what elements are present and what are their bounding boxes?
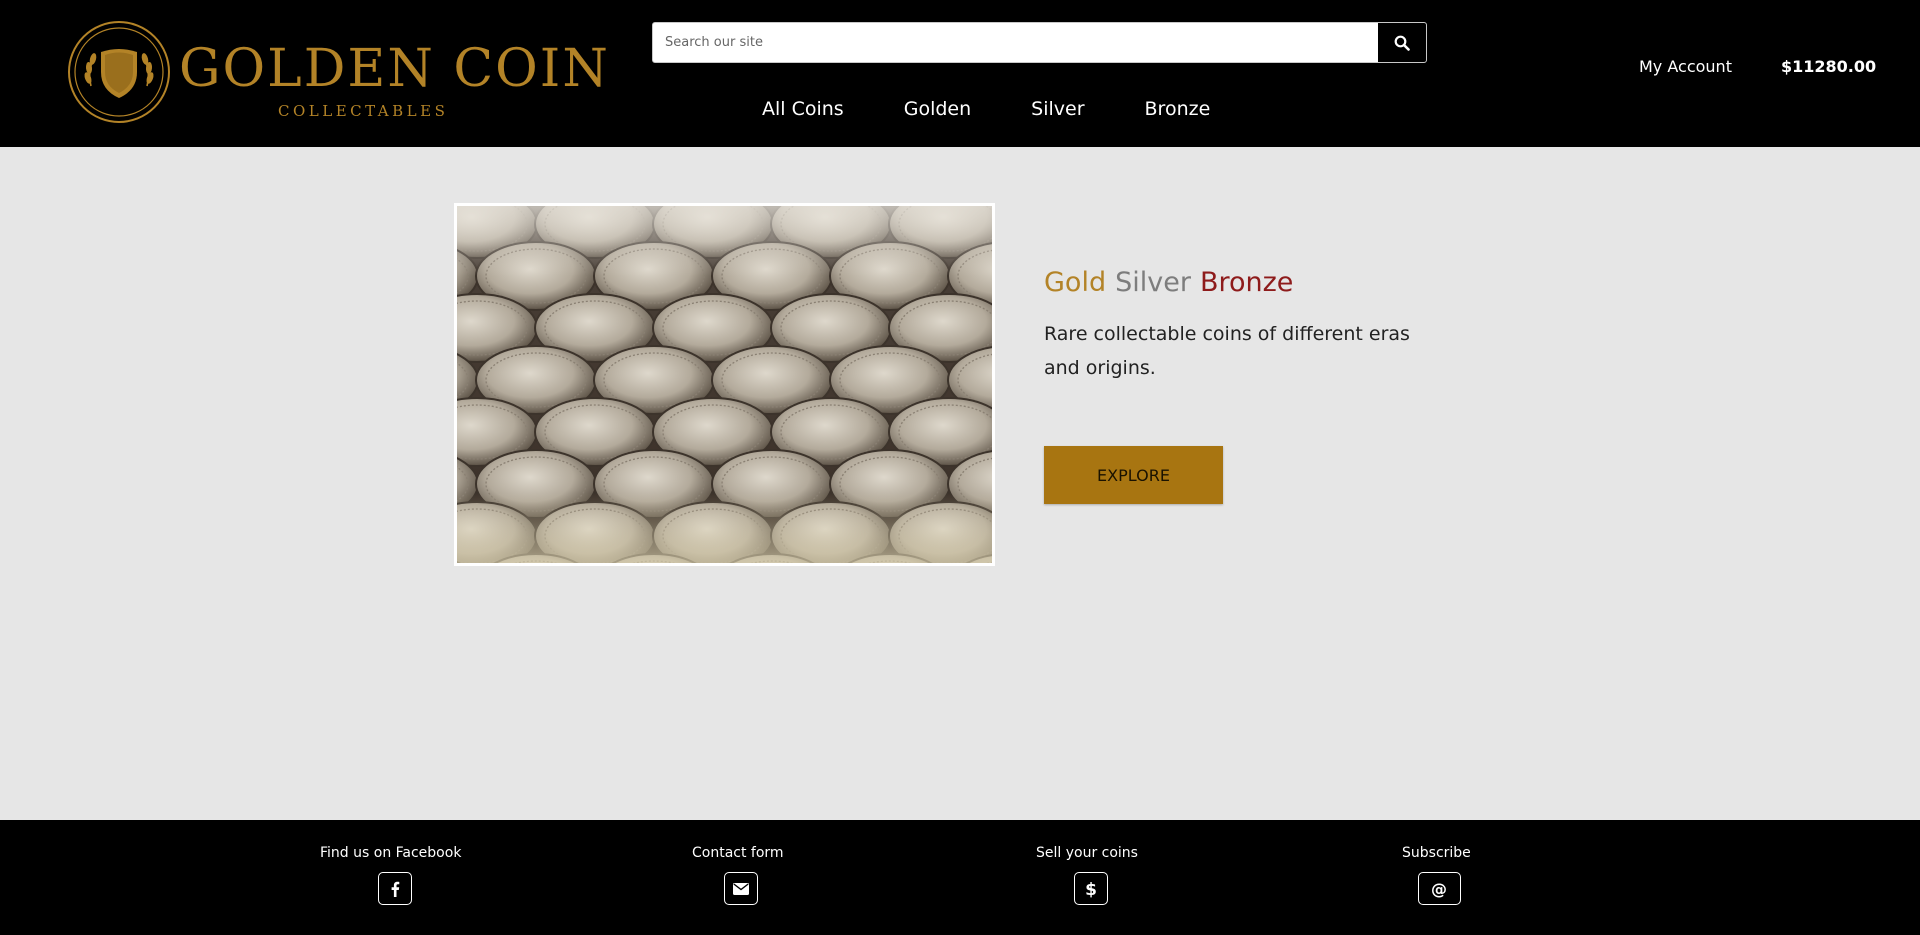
footer-subscribe-label: Subscribe bbox=[1402, 845, 1471, 861]
contact-button[interactable] bbox=[723, 872, 758, 905]
my-account-link[interactable]: My Account bbox=[1639, 54, 1732, 80]
footer-contact: Contact form bbox=[692, 843, 784, 905]
svg-text:@: @ bbox=[1431, 880, 1447, 898]
facebook-button[interactable] bbox=[377, 872, 412, 905]
site-logo[interactable]: GOLDEN COIN COLLECTABLES bbox=[67, 20, 608, 125]
at-sign-icon: @ bbox=[1431, 880, 1447, 898]
search-button[interactable] bbox=[1378, 23, 1426, 62]
facebook-icon bbox=[391, 881, 400, 897]
footer-subscribe: Subscribe @ bbox=[1402, 843, 1471, 905]
site-header: GOLDEN COIN COLLECTABLES All Coins Golde… bbox=[0, 0, 1920, 147]
cart-total[interactable]: $11280.00 bbox=[1781, 54, 1876, 80]
logo-subtitle: COLLECTABLES bbox=[278, 102, 449, 120]
site-footer: Find us on Facebook Contact form Sell yo… bbox=[0, 820, 1920, 935]
logo-title: GOLDEN COIN bbox=[179, 39, 610, 99]
heading-gold: Gold bbox=[1044, 267, 1107, 298]
hero-heading: Gold Silver Bronze bbox=[1044, 265, 1302, 301]
shield-laurel-coin-icon bbox=[68, 21, 170, 123]
dollar-icon: $ bbox=[1085, 880, 1097, 898]
footer-contact-label: Contact form bbox=[692, 845, 784, 861]
search-icon bbox=[1394, 35, 1410, 51]
footer-facebook: Find us on Facebook bbox=[320, 843, 461, 905]
footer-facebook-label: Find us on Facebook bbox=[320, 845, 462, 861]
nav-bronze[interactable]: Bronze bbox=[1145, 94, 1211, 124]
hero-image-coins bbox=[454, 203, 995, 566]
heading-silver: Silver bbox=[1115, 267, 1191, 298]
coins-photo bbox=[457, 206, 992, 563]
envelope-icon bbox=[732, 882, 749, 895]
heading-bronze: Bronze bbox=[1199, 267, 1294, 298]
search-bar bbox=[652, 22, 1427, 63]
nav-golden[interactable]: Golden bbox=[904, 94, 971, 124]
nav-silver[interactable]: Silver bbox=[1031, 94, 1084, 124]
search-input[interactable] bbox=[653, 23, 1378, 62]
nav-all-coins[interactable]: All Coins bbox=[762, 94, 844, 124]
subscribe-button[interactable]: @ bbox=[1417, 872, 1461, 905]
footer-sell: Sell your coins $ bbox=[1036, 843, 1138, 905]
main-nav: All Coins Golden Silver Bronze bbox=[762, 94, 1270, 124]
hero-description: Rare collectable coins of different eras… bbox=[1044, 323, 1410, 379]
explore-button[interactable]: EXPLORE bbox=[1044, 446, 1223, 504]
svg-text:$: $ bbox=[1085, 880, 1097, 898]
footer-sell-label: Sell your coins bbox=[1036, 845, 1138, 861]
sell-coins-button[interactable]: $ bbox=[1073, 872, 1108, 905]
